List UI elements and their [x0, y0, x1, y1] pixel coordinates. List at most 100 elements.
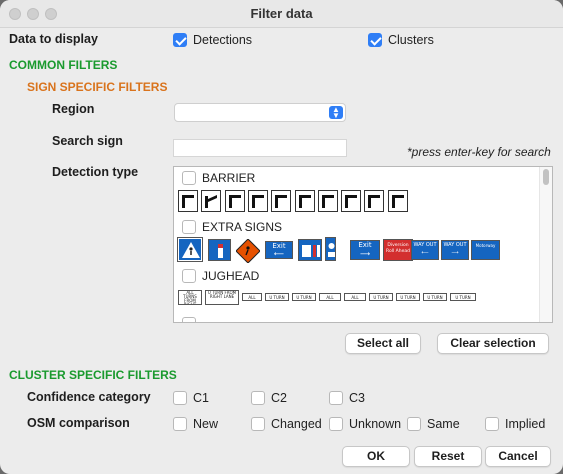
group-extra-signs-checkbox[interactable] [182, 220, 196, 234]
barrier-sign-icon[interactable] [224, 190, 245, 212]
detection-type-list[interactable]: BARRIER EXTRA SIGNS Exit ⟵ Exit ⟶ Divers… [173, 166, 553, 323]
barrier-sign-icon[interactable] [271, 190, 292, 212]
confidence-c3-checkbox[interactable] [329, 391, 343, 405]
clusters-checkbox-row[interactable]: Clusters [368, 33, 434, 47]
detections-checkbox-row[interactable]: Detections [173, 33, 252, 47]
barrier-sign-icon[interactable] [294, 190, 315, 212]
barrier-sign-icon[interactable] [341, 190, 362, 212]
osm-changed-checkbox[interactable] [251, 417, 265, 431]
filter-dialog: Filter data Data to display Detections C… [0, 0, 563, 474]
confidence-category-label: Confidence category [27, 390, 151, 404]
exit-right-sign-icon[interactable]: Exit ⟶ [350, 240, 380, 260]
group-next-checkbox[interactable] [182, 317, 196, 322]
group-next-row[interactable] [182, 317, 196, 322]
jughead-sign-icon[interactable]: U TURN [396, 293, 420, 301]
barrier-sign-icon[interactable] [247, 190, 268, 212]
confidence-c1-checkbox[interactable] [173, 391, 187, 405]
roadwork-diamond-sign-icon[interactable] [235, 238, 261, 264]
osm-same-row[interactable]: Same [407, 417, 460, 431]
cluster-filters-heading: CLUSTER SPECIFIC FILTERS [9, 368, 177, 382]
confidence-c3-row[interactable]: C3 [329, 391, 365, 405]
exit-right-sign-text: Exit [358, 241, 372, 249]
confidence-c2-checkbox[interactable] [251, 391, 265, 405]
osm-same-checkbox[interactable] [407, 417, 421, 431]
window-title: Filter data [250, 6, 313, 21]
group-extra-signs-label: EXTRA SIGNS [202, 220, 283, 234]
sign-specific-filters-heading: SIGN SPECIFIC FILTERS [27, 80, 168, 94]
ok-button[interactable]: OK [342, 446, 410, 467]
barrier-sign-icon[interactable] [317, 190, 338, 212]
jughead-sign-icon[interactable]: U TURN [292, 293, 316, 301]
osm-new-row[interactable]: New [173, 417, 218, 431]
osm-comparison-label: OSM comparison [27, 416, 130, 430]
exit-left-sign-icon[interactable]: Exit ⟵ [265, 241, 293, 259]
jughead-sign-icon[interactable]: U TURN [265, 293, 289, 301]
search-sign-label: Search sign [52, 134, 123, 148]
group-extra-signs-row[interactable]: EXTRA SIGNS [182, 220, 282, 234]
way-out-left-sign-icon[interactable]: WAY OUT ⟵ [411, 240, 439, 260]
motorway-notice-text: Motorway [475, 243, 496, 248]
exit-lane-sign-icon[interactable] [298, 239, 322, 261]
osm-same-label: Same [427, 417, 460, 431]
pedestrian-crossing-sign-icon[interactable] [177, 237, 203, 262]
group-barrier-checkbox[interactable] [182, 171, 196, 185]
jughead-sign-icon[interactable]: U TURN FROM RIGHT LANE [205, 290, 239, 305]
osm-implied-checkbox[interactable] [485, 417, 499, 431]
data-to-display-label: Data to display [9, 32, 98, 46]
osm-implied-row[interactable]: Implied [485, 417, 545, 431]
reset-button[interactable]: Reset [414, 446, 482, 467]
barrier-sign-icon[interactable] [387, 190, 408, 212]
clusters-label: Clusters [388, 33, 434, 47]
jughead-sign-icon[interactable]: U TURN [423, 293, 447, 301]
list-scrollbar[interactable] [539, 167, 552, 322]
list-scrollbar-thumb[interactable] [543, 169, 549, 185]
barrier-sign-icon[interactable] [178, 190, 198, 212]
group-jughead-checkbox[interactable] [182, 269, 196, 283]
barrier-sign-icon[interactable] [201, 190, 222, 212]
group-jughead-label: JUGHEAD [202, 269, 260, 283]
jughead-sign-icon[interactable]: ALL TURNS [344, 293, 366, 301]
chevron-updown-icon: ▲ ▼ [329, 106, 343, 120]
group-barrier-row[interactable]: BARRIER [182, 171, 255, 185]
way-out-right-text: WAY OUT [443, 242, 467, 248]
group-barrier-label: BARRIER [202, 171, 256, 185]
jughead-sign-icon[interactable]: ALL TURNS [319, 293, 341, 301]
osm-unknown-row[interactable]: Unknown [329, 417, 401, 431]
osm-unknown-checkbox[interactable] [329, 417, 343, 431]
group-jughead-row[interactable]: JUGHEAD [182, 269, 259, 283]
confidence-c1-label: C1 [193, 391, 209, 405]
osm-changed-row[interactable]: Changed [251, 417, 322, 431]
confidence-c1-row[interactable]: C1 [173, 391, 209, 405]
jughead-sign-icon[interactable]: ALL TURNS [242, 293, 262, 301]
osm-implied-label: Implied [505, 417, 546, 431]
jughead-sign-icon[interactable]: U TURN [450, 293, 476, 301]
barrier-sign-icon[interactable] [364, 190, 385, 212]
search-hint: *press enter-key for search [407, 145, 551, 159]
jughead-sign-icon[interactable]: ALL TURNS FROM RIGHT LANE [178, 290, 202, 305]
osm-changed-label: Changed [271, 417, 322, 431]
confidence-c2-label: C2 [271, 391, 287, 405]
osm-new-label: New [193, 417, 219, 431]
confidence-c2-row[interactable]: C2 [251, 391, 287, 405]
motorway-notice-sign-icon[interactable]: Motorway [471, 240, 500, 260]
exit-left-sign-text: Exit [272, 242, 286, 250]
select-all-button[interactable]: Select all [345, 333, 421, 354]
osm-new-checkbox[interactable] [173, 417, 187, 431]
jughead-sign-icon[interactable]: U TURN [369, 293, 393, 301]
region-label: Region [52, 102, 95, 116]
title-bar: Filter data [0, 0, 563, 28]
way-out-left-text: WAY OUT [413, 242, 437, 248]
way-out-right-sign-icon[interactable]: WAY OUT ⟶ [441, 240, 469, 260]
common-filters-heading: COMMON FILTERS [9, 58, 118, 72]
detections-checkbox[interactable] [173, 33, 187, 47]
bus-stop-sign-icon[interactable] [325, 237, 336, 261]
diversion-red-sign-icon[interactable]: Diversion Roll Ahead [383, 239, 413, 261]
clusters-checkbox[interactable] [368, 33, 382, 47]
osm-unknown-label: Unknown [349, 417, 402, 431]
diversion-sign-text: Diversion Roll Ahead [386, 243, 410, 254]
clear-selection-button[interactable]: Clear selection [437, 333, 549, 354]
search-sign-input[interactable] [173, 139, 347, 157]
info-blue-sign-icon[interactable] [208, 239, 231, 261]
cancel-button[interactable]: Cancel [485, 446, 551, 467]
region-select[interactable]: ▲ ▼ [174, 103, 346, 122]
